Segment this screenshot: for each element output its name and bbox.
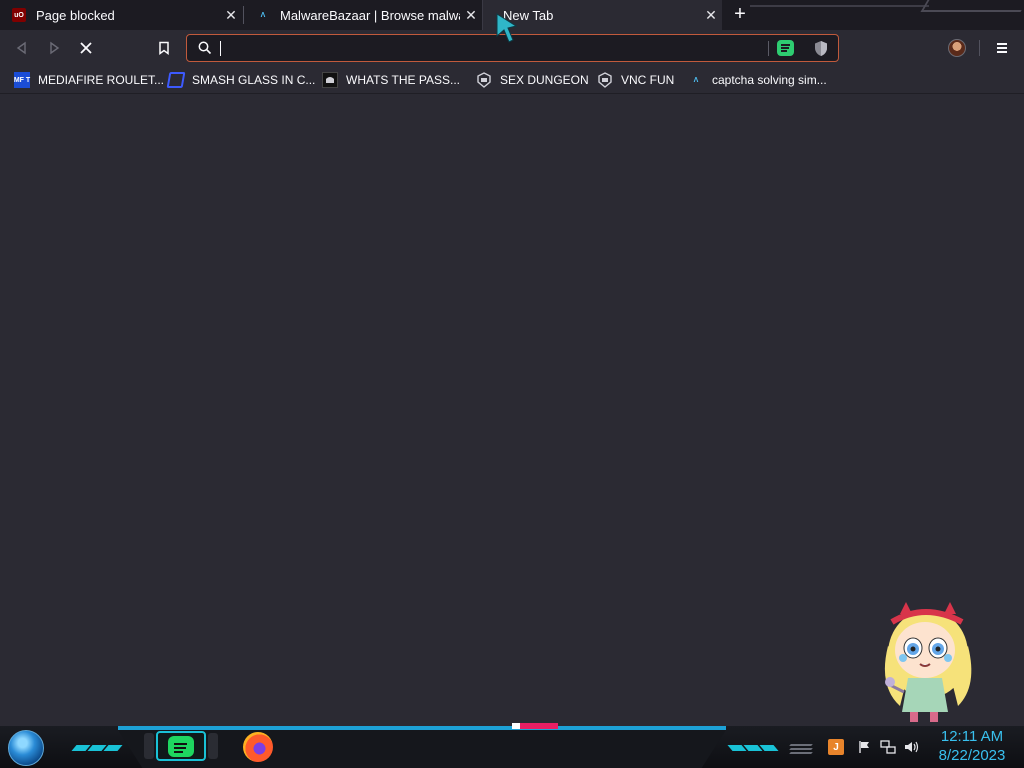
start-button-orb[interactable] xyxy=(8,730,44,766)
text-caret xyxy=(220,41,221,56)
bookmark-smash-glass[interactable]: SMASH GLASS IN C... xyxy=(166,70,316,90)
action-center-flag-icon[interactable] xyxy=(857,739,873,755)
urlbar-divider xyxy=(768,41,769,56)
taskbar-slot xyxy=(208,733,218,759)
mouse-cursor-icon xyxy=(496,13,518,43)
java-icon[interactable]: J xyxy=(828,739,844,755)
mediafire-icon: MF T xyxy=(14,72,30,88)
tab-close-button[interactable]: ✕ xyxy=(700,7,722,24)
back-button[interactable] xyxy=(10,36,34,60)
taskbar-slot xyxy=(144,733,154,759)
tab-title: Page blocked xyxy=(36,7,115,23)
forward-button[interactable] xyxy=(42,36,66,60)
taskbar-accent-line xyxy=(118,726,726,730)
tabstrip-decoration xyxy=(920,0,1024,12)
vnc-icon xyxy=(597,72,613,88)
taskbar-decoration xyxy=(789,742,816,754)
search-icon xyxy=(198,41,212,55)
cartoon-character-desktop-mascot xyxy=(884,602,972,722)
desktop: uO Page blocked ✕ Λ MalwareBazaar | Brow… xyxy=(0,0,1024,768)
taskbar-chevron-decoration xyxy=(71,738,123,751)
bookmark-mediafire-roulette[interactable]: MF T MEDIAFIRE ROULET... xyxy=(14,70,164,90)
shield-extension-icon[interactable] xyxy=(813,40,829,57)
taskbar-chevron-decoration xyxy=(727,738,779,751)
clock-date: 8/22/2023 xyxy=(938,747,1006,764)
url-input[interactable] xyxy=(223,38,763,58)
bookmark-vnc-fun[interactable]: VNC FUN xyxy=(597,70,674,90)
bookmark-icon xyxy=(159,41,169,55)
bookmark-label: SMASH GLASS IN C... xyxy=(192,73,316,87)
tab-title: MalwareBazaar | Browse malware samples xyxy=(280,7,460,23)
dungeon-icon xyxy=(476,72,492,88)
firefox-icon[interactable] xyxy=(243,732,273,762)
malwarebazaar-icon: Λ xyxy=(260,11,266,19)
tab-close-button[interactable]: ✕ xyxy=(460,7,482,24)
tab-malwarebazaar[interactable]: Λ MalwareBazaar | Browse malware samples… xyxy=(244,0,482,30)
network-icon[interactable] xyxy=(880,739,896,755)
bookmark-label: VNC FUN xyxy=(621,73,675,87)
tab-title: New Tab xyxy=(503,7,554,23)
tab-page-blocked[interactable]: uO Page blocked ✕ xyxy=(0,0,242,30)
new-tab-button[interactable]: + xyxy=(728,3,752,27)
bookmarks-toolbar: MF T MEDIAFIRE ROULET... SMASH GLASS IN … xyxy=(0,66,1024,94)
account-avatar[interactable] xyxy=(948,39,966,57)
taskbar-accent-mark xyxy=(512,723,558,729)
volume-icon[interactable] xyxy=(904,739,920,755)
toolbar-divider xyxy=(979,40,980,56)
ublock-icon: uO xyxy=(12,8,26,22)
bookmark-captcha-solving[interactable]: Λ captcha solving sim... xyxy=(688,70,827,90)
bookmark-label: SEX DUNGEON xyxy=(500,73,589,87)
taskbar-clock[interactable]: 12:11 AM 8/22/2023 xyxy=(930,727,1014,765)
stop-icon xyxy=(80,42,92,54)
spotify-taskbar-button[interactable] xyxy=(156,731,206,761)
clock-time: 12:11 AM xyxy=(940,728,1004,745)
bookmark-label: captcha solving sim... xyxy=(712,73,827,87)
password-site-icon xyxy=(322,72,338,88)
tabstrip-decoration-line xyxy=(750,5,929,7)
back-arrow-icon xyxy=(16,41,26,55)
bookmark-label: MEDIAFIRE ROULET... xyxy=(38,73,165,87)
stop-button[interactable] xyxy=(74,36,98,60)
smash-glass-icon xyxy=(166,72,186,88)
forward-arrow-icon xyxy=(50,41,60,55)
captcha-site-icon: Λ xyxy=(693,76,699,84)
bookmark-page-button[interactable] xyxy=(152,36,176,60)
bookmark-sex-dungeon[interactable]: SEX DUNGEON xyxy=(476,70,589,90)
bookmark-whats-the-pass[interactable]: WHATS THE PASS... xyxy=(322,70,460,90)
app-menu-button[interactable] xyxy=(992,38,1012,58)
bookmark-label: WHATS THE PASS... xyxy=(346,73,461,87)
spotify-extension-icon[interactable] xyxy=(777,40,794,56)
tab-close-button[interactable]: ✕ xyxy=(220,7,242,24)
